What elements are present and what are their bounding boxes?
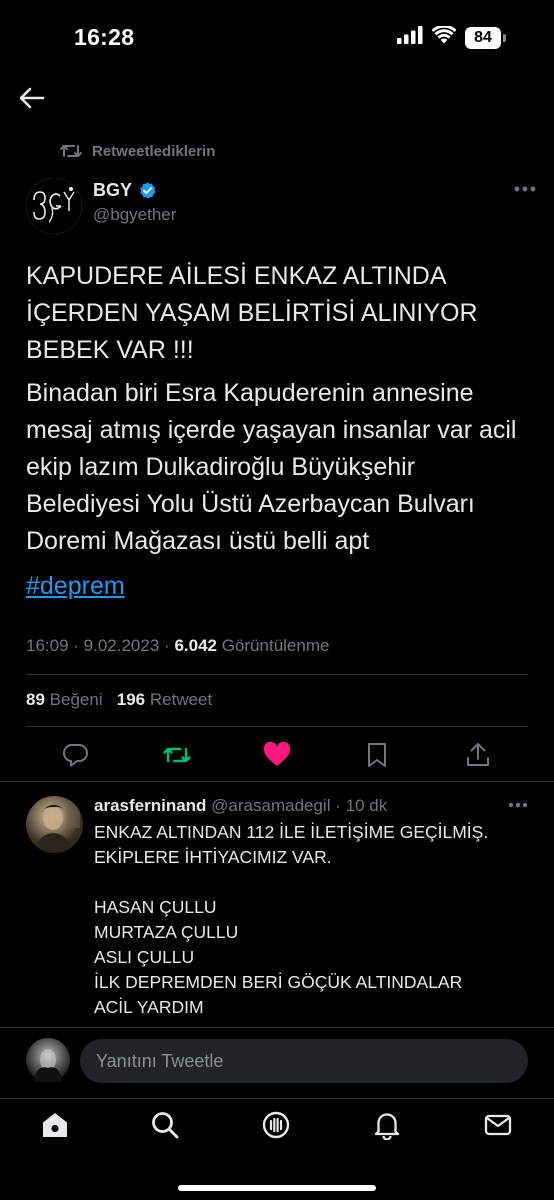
divider <box>26 674 528 675</box>
tweet-text: KAPUDERE AİLESİ ENKAZ ALTINDA İÇERDEN YA… <box>26 258 526 605</box>
share-icon <box>467 743 489 766</box>
home-indicator[interactable] <box>178 1185 376 1191</box>
meta-separator: · <box>335 796 346 815</box>
spaces-icon <box>262 1111 290 1139</box>
reply-author-name[interactable]: arasferninand <box>94 796 206 815</box>
like-button[interactable] <box>262 740 292 770</box>
bookmark-button[interactable] <box>362 740 392 770</box>
reply-more-options-button[interactable] <box>508 796 528 814</box>
tweet-date: 9.02.2023 <box>83 636 160 655</box>
author-name-row[interactable]: BGY <box>93 180 157 201</box>
tweet-time: 16:09 <box>26 636 69 655</box>
nav-bar <box>0 70 554 126</box>
divider <box>26 726 528 727</box>
retweet-icon <box>163 747 191 763</box>
arrow-left-icon <box>19 87 45 109</box>
tab-notifications[interactable] <box>371 1109 403 1141</box>
status-bar: 16:28 84 <box>0 0 554 70</box>
battery-level: 84 <box>465 26 501 49</box>
reply-text: ENKAZ ALTINDAN 112 İLE İLETİŞİME GEÇİLMİ… <box>94 822 489 1017</box>
wifi-icon <box>431 24 457 49</box>
search-icon <box>152 1112 179 1139</box>
divider <box>0 1027 554 1028</box>
tweet-actions <box>0 736 554 774</box>
tweet-text-body: Binadan biri Esra Kapuderenin annesine m… <box>26 379 517 555</box>
home-icon <box>43 1113 67 1137</box>
tab-bar <box>0 1098 554 1200</box>
notifications-icon <box>374 1113 400 1140</box>
battery-cap <box>503 33 506 42</box>
author-logo <box>26 178 82 234</box>
tweet-stats: 89 Beğeni 196 Retweet <box>26 690 212 710</box>
avatar[interactable] <box>26 796 83 853</box>
battery-icon: 84 <box>465 26 506 49</box>
reply-button[interactable] <box>61 740 91 770</box>
back-button[interactable] <box>16 82 48 114</box>
reply-input[interactable] <box>80 1039 528 1083</box>
tab-spaces[interactable] <box>260 1109 292 1141</box>
reply-icon <box>63 743 88 767</box>
bookmark-icon <box>368 743 386 767</box>
author-name: BGY <box>93 180 133 200</box>
reply-time: 10 dk <box>345 796 388 815</box>
signal-icon <box>397 26 423 49</box>
author-handle[interactable]: @bgyether <box>93 205 176 225</box>
messages-icon <box>484 1114 512 1136</box>
tab-home[interactable] <box>39 1109 71 1141</box>
share-button[interactable] <box>463 740 493 770</box>
likes-label: Beğeni <box>49 690 103 709</box>
retweet-context: Retweetlediklerin <box>60 142 215 160</box>
views-count: 6.042 <box>174 636 217 655</box>
avatar[interactable] <box>26 178 82 234</box>
tweet-text-caps: KAPUDERE AİLESİ ENKAZ ALTINDA İÇERDEN YA… <box>26 262 478 364</box>
more-icon <box>514 186 536 192</box>
avatar[interactable] <box>26 1038 70 1082</box>
retweets-count: 196 <box>116 690 146 709</box>
my-avatar-photo <box>34 1049 62 1082</box>
divider <box>0 781 554 782</box>
hashtag-link[interactable]: #deprem <box>26 568 125 605</box>
views-label: Görüntülenme <box>221 636 330 655</box>
tab-messages[interactable] <box>482 1109 514 1141</box>
more-options-button[interactable] <box>514 180 536 198</box>
reply-composer <box>0 1034 554 1094</box>
likes-stat[interactable]: 89 Beğeni <box>26 690 103 709</box>
tweet-header: BGY @bgyether <box>26 176 536 234</box>
retweets-label: Retweet <box>149 690 213 709</box>
reply-author-handle[interactable]: @arasamadegil <box>211 796 330 815</box>
retweet-icon <box>60 145 82 157</box>
retweet-context-label: Retweetlediklerin <box>92 142 216 160</box>
verified-badge-icon <box>140 182 156 199</box>
more-icon <box>508 802 528 808</box>
retweets-stat[interactable]: 196 Retweet <box>117 690 212 709</box>
status-time: 16:28 <box>74 24 135 50</box>
retweet-button[interactable] <box>162 740 192 770</box>
reply-avatar-photo <box>34 800 80 853</box>
meta-separator: · <box>164 636 175 655</box>
tweet-meta: 16:09 · 9.02.2023 · 6.042 Görüntülenme <box>26 636 329 656</box>
tab-search[interactable] <box>149 1109 181 1141</box>
status-icons: 84 <box>397 24 506 49</box>
likes-count: 89 <box>26 690 45 709</box>
meta-separator: · <box>73 636 84 655</box>
reply-header: arasferninand @arasamadegil · 10 dk <box>94 796 387 816</box>
heart-icon <box>263 742 291 766</box>
